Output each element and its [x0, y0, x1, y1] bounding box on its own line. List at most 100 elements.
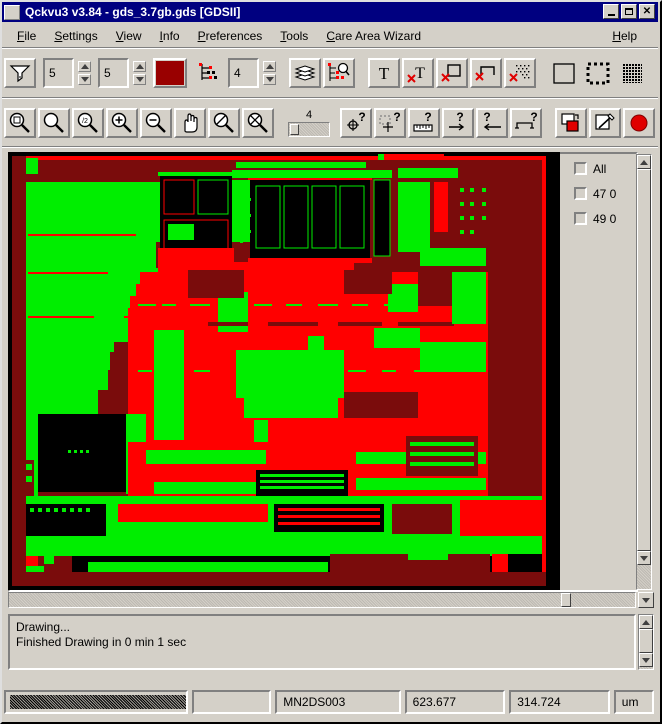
- layer-color-swatch-button[interactable]: [153, 58, 187, 88]
- query-arrow-left-button[interactable]: ?: [476, 108, 508, 138]
- query-point-button[interactable]: ?: [340, 108, 372, 138]
- layers-stack-button[interactable]: [289, 58, 321, 88]
- zoom-fit-icon: [9, 112, 30, 133]
- shape-off-button[interactable]: [436, 58, 468, 88]
- layout-canvas[interactable]: [8, 152, 560, 590]
- path-off-button[interactable]: [470, 58, 502, 88]
- menu-help[interactable]: Help: [603, 26, 646, 46]
- detail-slider-track[interactable]: [288, 121, 330, 137]
- spinner-down-button[interactable]: [263, 74, 276, 85]
- menu-file[interactable]: File: [8, 26, 45, 46]
- layers-scroll-thumb[interactable]: [637, 169, 651, 551]
- svg-text:?: ?: [358, 112, 365, 124]
- pan-hand-button[interactable]: [174, 108, 206, 138]
- canvas-hscroll-thumb[interactable]: [561, 593, 571, 607]
- record-red-button[interactable]: [623, 108, 655, 138]
- spinner-up-button[interactable]: [263, 61, 276, 72]
- depth-spinner-2-value[interactable]: 5: [98, 58, 129, 88]
- layer-row-49-0[interactable]: 49 0: [574, 211, 634, 226]
- layers-panel: All 47 0 49 0: [566, 154, 634, 590]
- fill-off-button[interactable]: [504, 58, 536, 88]
- query-box-button[interactable]: ?: [510, 108, 542, 138]
- minimize-button[interactable]: [603, 4, 619, 19]
- fill-none-button[interactable]: [549, 58, 579, 88]
- fill-dashed-button[interactable]: [583, 58, 613, 88]
- status-progress-panel: [4, 690, 188, 714]
- message-scroll-down-button[interactable]: [639, 653, 653, 667]
- zoom-next-button[interactable]: [242, 108, 274, 138]
- edit-page-button[interactable]: [589, 108, 621, 138]
- fill-solid-button[interactable]: [617, 58, 647, 88]
- message-log-scrollbar[interactable]: [638, 614, 654, 670]
- filter-funnel-button[interactable]: [4, 58, 36, 88]
- maximize-button[interactable]: [621, 4, 637, 19]
- spinner-down-button[interactable]: [78, 74, 91, 85]
- layers-scroll-down-button[interactable]: [637, 551, 651, 565]
- menu-info[interactable]: Info: [151, 26, 189, 46]
- canvas-horizontal-scrollbar[interactable]: [8, 592, 636, 608]
- depth-spinner-2-arrows: [133, 58, 146, 88]
- arrow-down-icon: [135, 77, 144, 82]
- menu-view[interactable]: View: [107, 26, 151, 46]
- query-arrow-right-button[interactable]: ?: [442, 108, 474, 138]
- window-controls: ✕: [603, 4, 655, 19]
- status-cell-name: MN2DS003: [275, 690, 401, 714]
- query-area-button[interactable]: ?: [374, 108, 406, 138]
- spinner-up-button[interactable]: [133, 61, 146, 72]
- menu-care-area-wizard[interactable]: Care Area Wizard: [317, 26, 430, 46]
- status-coord-y: 314.724: [509, 690, 610, 714]
- level-spinner[interactable]: 4: [228, 58, 276, 88]
- menu-preferences[interactable]: Preferences: [189, 26, 272, 46]
- layers-scroll-up-button[interactable]: [637, 155, 651, 169]
- zoom-fit-button[interactable]: [4, 108, 36, 138]
- message-scroll-thumb[interactable]: [639, 629, 653, 653]
- zoom-previous-button[interactable]: [208, 108, 240, 138]
- copy-layer-button[interactable]: [555, 108, 587, 138]
- layer-search-button[interactable]: [323, 58, 355, 88]
- layer-row-all[interactable]: All: [574, 162, 634, 176]
- text-icon: T: [379, 64, 390, 83]
- zoom-out-button[interactable]: [140, 108, 172, 138]
- menubar-divider: [2, 47, 658, 49]
- depth-spinner-2[interactable]: 5: [98, 58, 146, 88]
- spinner-up-button[interactable]: [78, 61, 91, 72]
- system-menu-icon[interactable]: [4, 4, 20, 20]
- svg-text:?: ?: [483, 112, 490, 124]
- zoom-half-button[interactable]: /2: [72, 108, 104, 138]
- color-swatch: [156, 61, 184, 85]
- detail-slider-thumb[interactable]: [290, 123, 299, 135]
- edit-page-icon: [595, 113, 615, 130]
- query-box-icon: ?: [515, 112, 538, 129]
- minimize-icon: [607, 13, 615, 16]
- arrow-up-icon: [135, 64, 144, 69]
- menu-tools[interactable]: Tools: [271, 26, 317, 46]
- gds-layout-render: [8, 152, 560, 590]
- layers-scrollbar[interactable]: [636, 154, 652, 590]
- close-button[interactable]: ✕: [639, 4, 655, 19]
- status-bar: MN2DS003 623.677 314.724 um: [4, 686, 658, 718]
- text-off-button[interactable]: T: [402, 58, 434, 88]
- fill-none-icon: [553, 63, 575, 84]
- depth-spinner-1-value[interactable]: 5: [43, 58, 74, 88]
- funnel-icon: [9, 65, 31, 83]
- layer-checkbox-all[interactable]: [574, 162, 587, 175]
- zoom-in-button[interactable]: [106, 108, 138, 138]
- detail-slider[interactable]: 4: [287, 109, 331, 137]
- layer-checkbox-49-0[interactable]: [574, 212, 587, 225]
- depth-spinner-1-arrows: [78, 58, 91, 88]
- level-spinner-value[interactable]: 4: [228, 58, 259, 88]
- message-scroll-up-button[interactable]: [639, 615, 653, 629]
- layer-row-47-0[interactable]: 47 0: [574, 186, 634, 201]
- text-on-button[interactable]: T: [368, 58, 400, 88]
- layer-checkbox-47-0[interactable]: [574, 187, 587, 200]
- layer-label-49-0: 49 0: [593, 211, 617, 226]
- measure-ruler-button[interactable]: ?: [408, 108, 440, 138]
- layer-label-47-0: 47 0: [593, 186, 617, 201]
- ruler-icon: ?: [413, 112, 433, 132]
- spinner-down-button[interactable]: [133, 74, 146, 85]
- canvas-scroll-down-button[interactable]: [638, 592, 654, 608]
- message-log[interactable]: Drawing... Finished Drawing in 0 min 1 s…: [8, 614, 636, 670]
- depth-spinner-1[interactable]: 5: [43, 58, 91, 88]
- zoom-button[interactable]: [38, 108, 70, 138]
- menu-settings[interactable]: Settings: [45, 26, 106, 46]
